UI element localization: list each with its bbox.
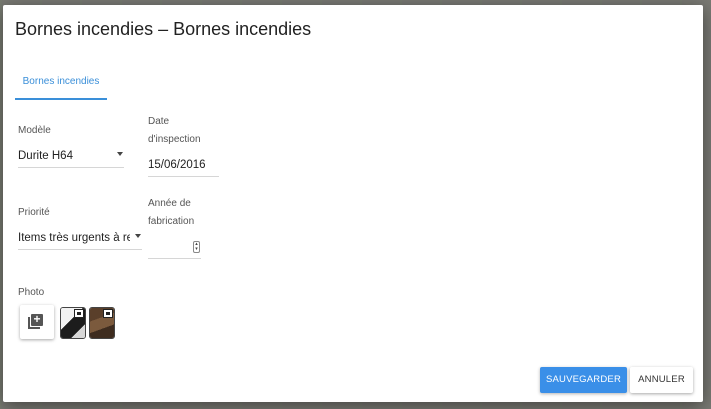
- priorite-value: Items très urgents à re: [18, 232, 130, 244]
- modele-select[interactable]: Durite H64: [18, 148, 124, 168]
- priorite-label: Priorité: [18, 207, 50, 218]
- photo-thumbnail[interactable]: [89, 307, 115, 339]
- date-inspection-field[interactable]: 15/06/2016: [148, 157, 219, 177]
- tab-bornes-incendies[interactable]: Bornes incendies: [15, 73, 107, 100]
- dialog-title: Bornes incendies – Bornes incendies: [15, 19, 312, 39]
- photo-thumbnail[interactable]: [60, 307, 86, 339]
- cancel-button[interactable]: ANNULER: [630, 367, 693, 393]
- dropdown-caret-icon: [117, 152, 123, 156]
- qr-code-icon: [103, 309, 113, 318]
- date-inspection-label: Date d'inspection: [148, 116, 201, 145]
- modele-label: Modèle: [18, 125, 51, 136]
- annee-fabrication-label: Année de fabrication: [148, 198, 195, 227]
- add-photo-button[interactable]: [20, 305, 54, 339]
- number-spinner-icon[interactable]: ▴ ▾: [193, 241, 200, 253]
- modele-value: Durite H64: [18, 150, 73, 162]
- annee-fabrication-field[interactable]: ▴ ▾: [148, 239, 201, 259]
- save-button[interactable]: SAUVEGARDER: [540, 367, 627, 393]
- qr-code-icon: [74, 309, 84, 318]
- priorite-select[interactable]: Items très urgents à re: [18, 230, 142, 250]
- edit-dialog: Bornes incendies – Bornes incendies Born…: [3, 5, 703, 402]
- dropdown-caret-icon: [135, 234, 141, 238]
- photo-label: Photo: [18, 287, 45, 298]
